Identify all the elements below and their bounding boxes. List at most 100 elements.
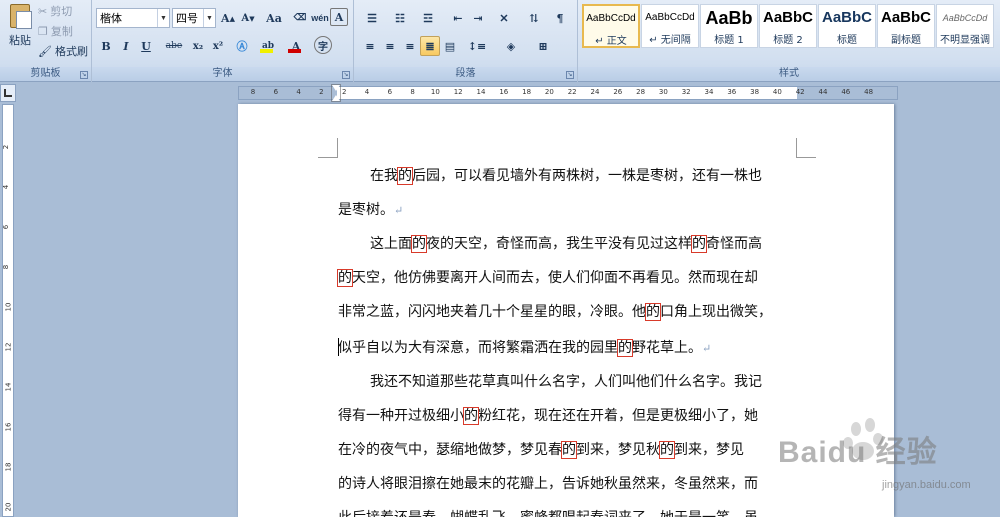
chevron-down-icon[interactable]: ▼ [203,9,215,27]
text-run: 在冷的夜气中，瑟缩地做梦，梦见春 [338,442,562,458]
ruler-tick-label: 20 [4,502,13,512]
italic-label: I [123,39,129,53]
borders-button[interactable]: ⊞ [530,36,556,56]
styles-group: AaBbCcDd ↵ 正文 AaBbCcDd ↵ 无间隔 AaBb 标题 1 AaBbC 标题… [578,0,1000,82]
font-color-swatch [288,49,301,53]
sort-button[interactable]: ⇅ [524,8,544,28]
pilcrow-icon: ¶ [556,11,564,25]
ruler-tick-label: 12 [4,342,13,352]
show-marks-button[interactable]: ¶ [550,8,570,28]
watermark: Baidu 经验 jingyan.baidu.com [770,405,998,517]
text-run: 这上面 [370,236,412,252]
style-sample: AaBb [705,8,753,28]
strikethrough-button[interactable]: abe [162,36,186,56]
text-line: 似乎自以为大有深意，而将繁霜洒在我的园里的野花草上。↵ [338,338,711,358]
style-tile[interactable]: AaBbC 标题 [818,4,876,48]
strikethrough-label: abe [165,41,183,51]
text-line: 我还不知道那些花草真叫什么名字，人们叫他们什么名字。我记 [370,372,762,392]
cut-button[interactable]: ✂ 剪切 [38,2,72,20]
line-spacing-icon: ↕≡ [467,39,487,53]
highlight-button[interactable]: ab [256,36,280,56]
paste-button[interactable]: 粘贴 [4,2,36,50]
find-highlight: 的 [659,441,675,459]
style-sample: AaBbCcDd [586,13,636,24]
enclose-char-button[interactable]: 字 [314,36,332,54]
align-right-button[interactable]: ≡ [400,36,420,56]
align-center-button[interactable]: ≡ [380,36,400,56]
multilevel-list-button[interactable]: ☲ [416,8,440,28]
justify-button[interactable]: ≣ [420,36,440,56]
text-run: 我还不知道那些花草真叫什么名字，人们叫他们什么名字。我记 [370,374,762,390]
ruler-tick-label: 20 [544,88,554,96]
clipboard-group: 粘贴 ✂ 剪切 ❐ 复制 🖌 格式刷 剪贴板 ↘ [0,0,92,82]
font-size-combo[interactable]: 四号 ▼ [172,8,216,28]
style-tile[interactable]: AaBbCcDd ↵ 无间隔 [641,4,699,48]
hanging-indent-icon[interactable] [332,95,340,101]
char-border-button[interactable]: A [330,8,348,26]
style-name: 不明显强调 [940,35,990,46]
clipboard-group-label: 剪贴板 [0,67,91,81]
line-spacing-button[interactable]: ↕≡ [464,36,490,56]
style-tile[interactable]: AaBbCcDd ↵ 正文 [582,4,640,48]
font-launcher-icon[interactable]: ↘ [342,71,350,79]
change-case-button[interactable]: Aa [262,8,286,28]
bullets-button[interactable]: ☰ [360,8,384,28]
ruler-tick-label: 34 [704,88,714,96]
find-highlight: 的 [691,235,707,253]
style-tile[interactable]: AaBbC 标题 2 [759,4,817,48]
style-tile[interactable]: AaBbCcDd 不明显强调 [936,4,994,48]
italic-button[interactable]: I [116,36,136,56]
clipboard-launcher-icon[interactable]: ↘ [80,71,88,79]
grow-font-button[interactable]: A ▲ [218,8,238,28]
vertical-ruler[interactable]: 2 4 6 8 10 12 14 16 18 20 [2,104,14,517]
paragraph-launcher-icon[interactable]: ↘ [566,71,574,79]
find-highlight: 的 [561,441,577,459]
style-name: 标题 [837,35,857,46]
style-sample: AaBbCcDd [645,12,695,23]
text-effect-button[interactable]: Ⓐ [232,36,252,56]
paint-bucket-icon: ◈ [506,39,516,53]
distributed-button[interactable]: ▤ [440,36,460,56]
left-tab-icon [4,89,12,97]
style-tile[interactable]: AaBbC 副标题 [877,4,935,48]
paragraph-mark: ↵ [394,204,404,217]
bold-button[interactable]: B [96,36,116,56]
numbering-button[interactable]: ☷ [388,8,412,28]
align-left-button[interactable]: ≡ [360,36,380,56]
ruler-tick-label: 6 [2,224,11,230]
subscript-button[interactable]: x₂ [188,36,208,56]
copy-button[interactable]: ❐ 复制 [38,22,73,40]
font-color-button[interactable]: A [284,36,308,56]
ruler-tick-label: 18 [522,88,532,96]
justify-icon: ≣ [425,39,435,53]
highlight-swatch [260,49,273,53]
shading-button[interactable]: ◈ [498,36,524,56]
chevron-down-icon[interactable]: ▼ [157,9,169,27]
phonetic-guide-button[interactable]: wén [310,8,330,28]
ruler-tick-label: 8 [410,88,415,96]
shrink-font-button[interactable]: A ▼ [238,8,258,28]
ruler-tick-label: 18 [4,462,13,472]
format-painter-label: 格式刷 [54,45,88,58]
text-effect-icon: Ⓐ [236,40,248,53]
change-case-label: Aa [266,11,282,25]
increase-indent-button[interactable]: ⇥ [468,8,488,28]
format-painter-button[interactable]: 🖌 格式刷 [38,42,88,60]
grow-font-label: A [221,11,230,25]
clear-format-icon[interactable]: ⌫ [290,8,310,28]
underline-button[interactable]: U [136,36,156,56]
watermark-url: jingyan.baidu.com [882,479,971,491]
superscript-button[interactable]: x² [208,36,228,56]
ruler-tick-label: 2 [2,144,11,150]
font-name-combo[interactable]: 楷体 ▼ [96,8,170,28]
style-tile[interactable]: AaBb 标题 1 [700,4,758,48]
numbered-list-icon: ☷ [395,11,405,25]
tab-selector[interactable] [0,84,16,102]
decrease-indent-button[interactable]: ⇤ [448,8,468,28]
char-border-label: A [334,10,344,24]
text-run: 在我 [370,168,398,184]
ruler-tick-label: 28 [636,88,646,96]
first-line-indent-icon[interactable] [332,85,340,91]
chinese-layout-button[interactable]: ✕ [492,8,516,28]
text-run: 天空，他仿佛要离开人间而去，使人们仰面不再看见。然而现在却 [352,270,758,286]
